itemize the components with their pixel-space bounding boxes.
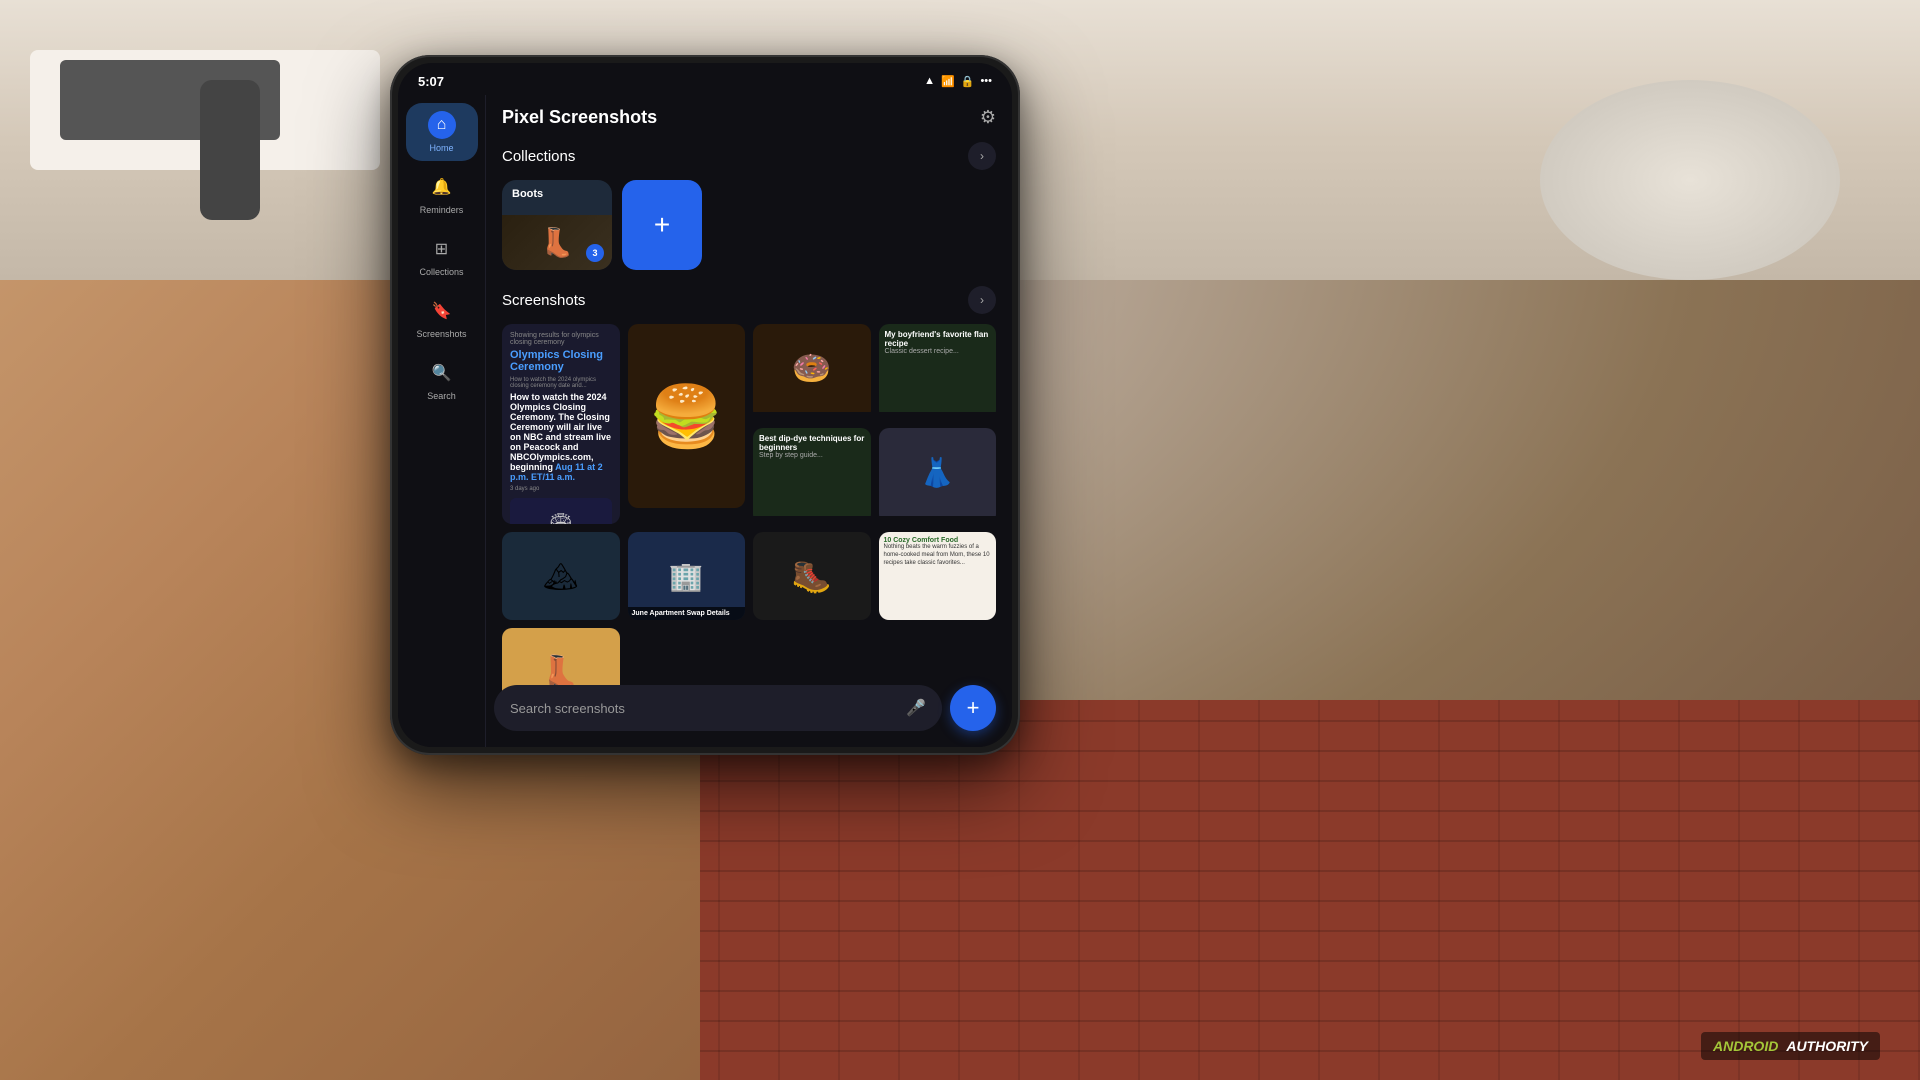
screenshots-section-header: Screenshots › [502, 286, 996, 314]
screenshot-olympics[interactable]: Showing results for olympics closing cer… [502, 324, 620, 524]
sidebar-item-collections[interactable]: ⊞ Collections [406, 227, 478, 285]
plus-icon: + [967, 695, 980, 721]
sidebar-label-home: Home [429, 143, 453, 153]
screenshot-nature[interactable]: 🏔 [502, 532, 620, 620]
home-icon: ⌂ [428, 111, 456, 139]
status-time: 5:07 [418, 74, 444, 89]
collections-section: Collections › Boots 👢 3 [502, 142, 996, 270]
screenshot-burger[interactable]: 🍔 [628, 324, 746, 508]
watermark: ANDROID AUTHORITY [1701, 1032, 1880, 1060]
screenshots-section-title: Screenshots [502, 292, 585, 309]
sidebar-item-home[interactable]: ⌂ Home [406, 103, 478, 161]
sidebar-label-screenshots: Screenshots [416, 329, 466, 339]
watermark-android-text: ANDROID [1713, 1038, 1778, 1054]
collections-row: Boots 👢 3 + [502, 180, 996, 270]
collections-section-header: Collections › [502, 142, 996, 170]
page-title: Pixel Screenshots [502, 107, 657, 128]
collections-icon: ⊞ [428, 235, 456, 263]
overflow-icon: ••• [980, 75, 992, 87]
screenshot-recipe-flan[interactable]: My boyfriend's favorite flan recipe Clas… [879, 324, 997, 420]
boots-emoji: 👢 [540, 226, 575, 259]
collection-badge: 3 [586, 244, 604, 262]
main-content: Pixel Screenshots ⚙ Collections › Boots [486, 95, 1012, 747]
screenshot-comfort-food[interactable]: 10 Cozy Comfort Food Nothing beats the w… [879, 532, 997, 620]
microphone-icon[interactable]: 🎤 [906, 698, 926, 718]
screenshot-donuts[interactable]: 🍩 [753, 324, 871, 420]
collection-label-boots: Boots [512, 188, 543, 200]
burger-emoji: 🍔 [649, 381, 724, 452]
search-bar[interactable]: Search screenshots 🎤 [494, 685, 942, 731]
main-header: Pixel Screenshots ⚙ [502, 107, 996, 128]
phone-screen: 5:07 ▲ 📶 🔒 ••• ⌂ Home 🔔 Reminders [398, 63, 1012, 747]
bottom-search-area: Search screenshots 🎤 + [494, 685, 996, 731]
screenshots-grid: Showing results for olympics closing cer… [502, 324, 996, 716]
add-fab-button[interactable]: + [950, 685, 996, 731]
signal-icon: 📶 [941, 75, 955, 88]
settings-icon[interactable]: ⚙ [980, 107, 996, 128]
sidebar-item-screenshots[interactable]: 🔖 Screenshots [406, 289, 478, 347]
wifi-icon: ▲ [924, 75, 935, 87]
screenshot-black-boots[interactable]: 🥾 [753, 532, 871, 620]
status-icons: ▲ 📶 🔒 ••• [924, 75, 992, 88]
screenshots-arrow[interactable]: › [968, 286, 996, 314]
sidebar-label-reminders: Reminders [420, 205, 464, 215]
app-container: ⌂ Home 🔔 Reminders ⊞ Collections 🔖 Scree… [398, 95, 1012, 747]
screenshots-section: Screenshots › Showing results for olympi… [502, 286, 996, 716]
sidebar-item-search[interactable]: 🔍 Search [406, 351, 478, 409]
screenshots-icon: 🔖 [428, 297, 456, 325]
collections-arrow[interactable]: › [968, 142, 996, 170]
add-icon: + [654, 209, 670, 241]
round-table [1540, 80, 1840, 280]
screenshot-dip-recipe[interactable]: Best dip-dye techniques for beginners St… [753, 428, 871, 524]
collection-card-boots[interactable]: Boots 👢 3 [502, 180, 612, 270]
sidebar-label-search: Search [427, 391, 456, 401]
search-icon: 🔍 [428, 359, 456, 387]
screenshot-apartment[interactable]: 🏢 June Apartment Swap Details [628, 532, 746, 620]
sidebar-item-reminders[interactable]: 🔔 Reminders [406, 165, 478, 223]
phone-device: 5:07 ▲ 📶 🔒 ••• ⌂ Home 🔔 Reminders [390, 55, 1020, 755]
sidebar: ⌂ Home 🔔 Reminders ⊞ Collections 🔖 Scree… [398, 95, 486, 747]
battery-icon: 🔒 [961, 75, 975, 88]
search-placeholder: Search screenshots [510, 701, 896, 716]
status-bar: 5:07 ▲ 📶 🔒 ••• [398, 63, 1012, 95]
add-collection-button[interactable]: + [622, 180, 702, 270]
remote-control [200, 80, 260, 220]
screenshot-person[interactable]: 👗 [879, 428, 997, 524]
sidebar-label-collections: Collections [419, 267, 463, 277]
reminders-icon: 🔔 [428, 173, 456, 201]
watermark-authority-text: AUTHORITY [1786, 1038, 1868, 1054]
collections-section-title: Collections [502, 148, 575, 165]
